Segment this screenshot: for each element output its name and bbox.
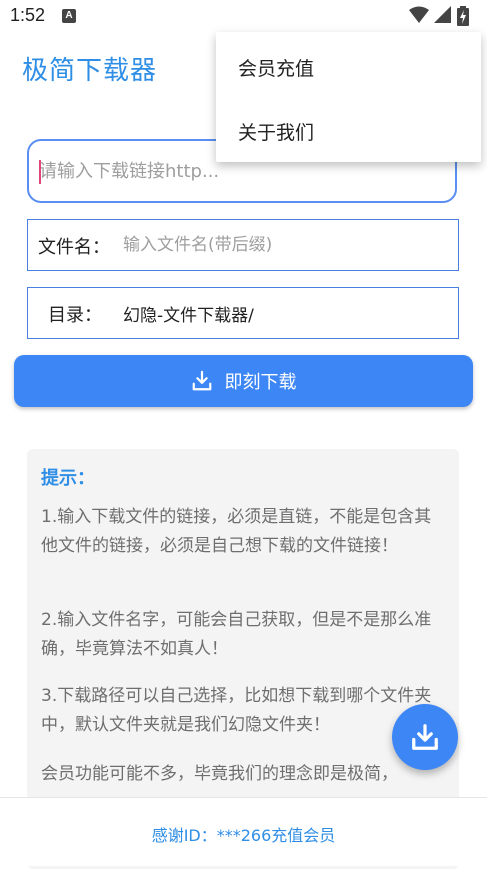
- tips-paragraph: 1.输入下载文件的链接，必须是直链，不能是包含其他文件的链接，必须是自己想下载的…: [41, 507, 432, 556]
- bottom-bar: 感谢ID：***266充值会员: [0, 797, 487, 866]
- text-cursor: [39, 160, 41, 184]
- menu-item-about[interactable]: 关于我们: [216, 98, 481, 162]
- download-icon: [412, 724, 438, 750]
- menu-item-label: 会员充值: [238, 58, 315, 80]
- download-button-label: 即刻下载: [224, 372, 297, 393]
- overflow-menu: 会员充值 关于我们: [216, 32, 481, 162]
- menu-item-recharge[interactable]: 会员充值: [216, 34, 481, 98]
- app-title: 极简下载器: [22, 56, 158, 86]
- filename-input[interactable]: [123, 230, 443, 260]
- tips-title: 提示：: [41, 468, 95, 489]
- status-bar: 1:52 A: [0, 0, 487, 32]
- directory-row: 目录：: [27, 287, 459, 339]
- directory-label: 目录：: [48, 305, 102, 326]
- tips-paragraph: 2.输入文件名字，可能会自己获取，但是不是那么准确，毕竟算法不如真人！: [41, 610, 432, 659]
- tips-paragraph: 会员功能可能不多，毕竟我们的理念即是极简，: [41, 764, 398, 784]
- battery-icon: [457, 6, 469, 26]
- tips-paragraph: 3.下载路径可以自己选择，比如想下载到哪个文件夹中，默认文件夹就是我们幻隐文件夹…: [41, 686, 432, 735]
- menu-item-label: 关于我们: [238, 122, 315, 144]
- thanks-text: 感谢ID：***266充值会员: [151, 826, 336, 845]
- filename-row: 文件名：: [27, 219, 459, 271]
- download-icon: [192, 370, 211, 391]
- directory-input[interactable]: [123, 298, 443, 328]
- filename-label: 文件名：: [38, 237, 110, 258]
- status-time: 1:52: [10, 5, 46, 25]
- signal-icon: [434, 6, 451, 23]
- wifi-icon: [409, 6, 429, 23]
- status-icons: [409, 6, 479, 26]
- download-button[interactable]: 即刻下载: [14, 355, 473, 407]
- download-fab[interactable]: [392, 704, 458, 770]
- notification-icon: A: [62, 9, 76, 23]
